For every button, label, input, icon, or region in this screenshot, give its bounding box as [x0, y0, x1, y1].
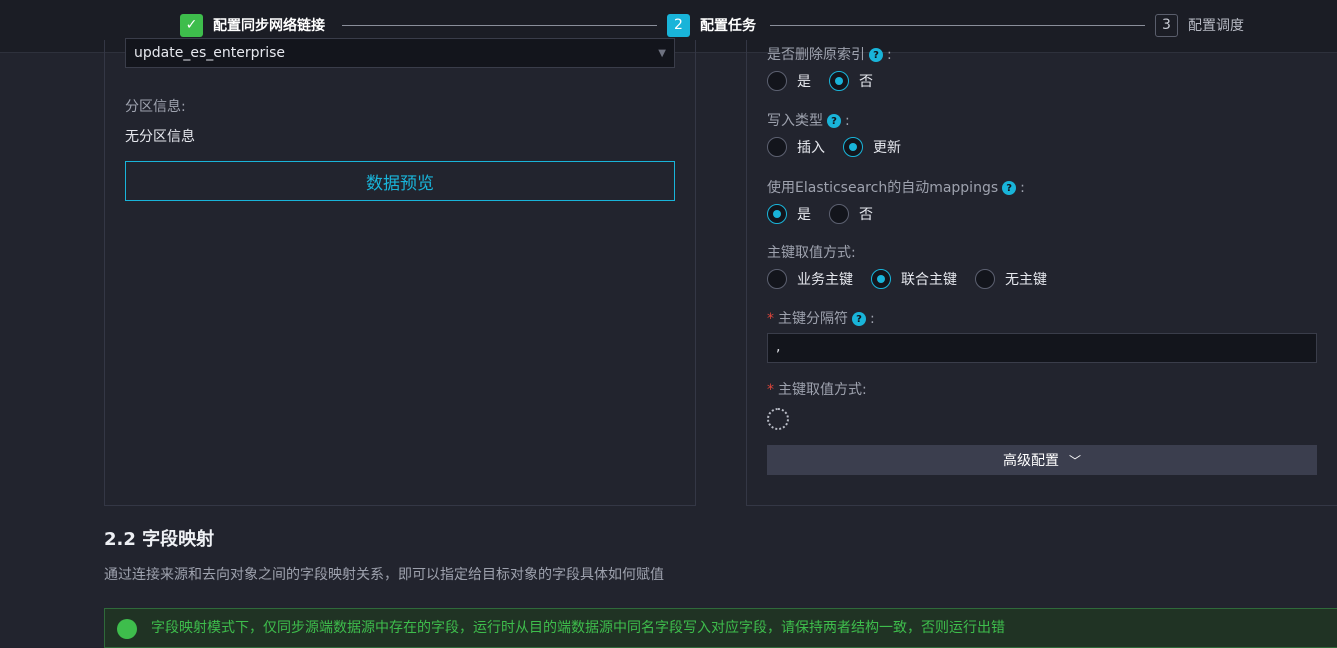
step-1[interactable]: ✓ 配置同步网络链接 — [180, 13, 325, 37]
radio-button[interactable] — [767, 71, 787, 91]
radio-option-composite-key[interactable]: 联合主键 — [871, 269, 957, 289]
step-2[interactable]: 2 配置任务 — [667, 13, 756, 37]
step-3[interactable]: 3 配置调度 — [1155, 13, 1244, 37]
radio-option-no[interactable]: 否 — [829, 204, 873, 224]
radio-button[interactable] — [767, 204, 787, 224]
help-icon[interactable]: ? — [1002, 181, 1017, 195]
source-table-select[interactable]: update_es_enterprise ▼ — [125, 38, 675, 68]
step-2-number: 2 — [667, 13, 690, 37]
chevron-down-icon: ▼ — [658, 48, 666, 59]
help-icon[interactable]: ? — [852, 312, 866, 326]
required-marker: * — [767, 382, 774, 398]
radio-option-no-key[interactable]: 无主键 — [975, 269, 1047, 289]
help-icon[interactable]: ? — [827, 114, 841, 128]
radio-button[interactable] — [871, 269, 891, 289]
pk-separator-input[interactable]: , — [767, 333, 1317, 363]
auto-mapping-radio-group: 是 否 — [767, 204, 891, 224]
loading-spinner-icon — [767, 408, 789, 430]
radio-button[interactable] — [767, 137, 787, 157]
step-3-label: 配置调度 — [1188, 18, 1244, 34]
required-marker: * — [767, 311, 774, 327]
step-3-number: 3 — [1155, 13, 1178, 37]
section-description: 通过连接来源和去向对象之间的字段映射关系，即可以指定给目标对象的字段具体如何赋值 — [104, 567, 664, 583]
radio-button[interactable] — [767, 269, 787, 289]
partition-label: 分区信息: — [125, 99, 186, 115]
section-title: 2.2 字段映射 — [104, 529, 215, 550]
delete-index-label: 是否删除原索引?: — [767, 47, 892, 63]
step-connector — [770, 25, 1145, 26]
radio-option-business-key[interactable]: 业务主键 — [767, 269, 853, 289]
chevron-down-icon: ﹀ — [1068, 453, 1081, 468]
data-preview-button[interactable]: 数据预览 — [125, 161, 675, 201]
pk-value-label: * 主键取值方式: — [767, 382, 867, 398]
radio-button[interactable] — [829, 204, 849, 224]
write-type-radio-group: 插入 更新 — [767, 137, 919, 157]
partition-value: 无分区信息 — [125, 129, 195, 145]
radio-button[interactable] — [975, 269, 995, 289]
source-panel — [104, 40, 696, 506]
pk-mode-radio-group: 业务主键 联合主键 无主键 — [767, 269, 1065, 289]
radio-option-no[interactable]: 否 — [829, 71, 873, 91]
radio-option-yes[interactable]: 是 — [767, 204, 811, 224]
pk-separator-label: * 主键分隔符?: — [767, 311, 875, 327]
advanced-config-button[interactable]: 高级配置 ﹀ — [767, 445, 1317, 475]
pk-mode-label: 主键取值方式: — [767, 245, 856, 261]
write-type-label: 写入类型?: — [767, 113, 850, 129]
step-2-label: 配置任务 — [700, 18, 756, 34]
radio-button[interactable] — [829, 71, 849, 91]
step-connector — [342, 25, 657, 26]
auto-mapping-label: 使用Elasticsearch的自动mappings?: — [767, 180, 1025, 196]
source-table-value: update_es_enterprise — [134, 45, 286, 61]
check-icon: ✓ — [180, 13, 203, 37]
info-icon — [117, 619, 137, 639]
info-notice: 字段映射模式下，仅同步源端数据源中存在的字段，运行时从目的端数据源中同名字段写入… — [104, 608, 1337, 648]
radio-option-update[interactable]: 更新 — [843, 137, 901, 157]
radio-button[interactable] — [843, 137, 863, 157]
radio-option-insert[interactable]: 插入 — [767, 137, 825, 157]
radio-option-yes[interactable]: 是 — [767, 71, 811, 91]
step-1-label: 配置同步网络链接 — [213, 18, 325, 34]
help-icon[interactable]: ? — [869, 48, 883, 62]
delete-index-radio-group: 是 否 — [767, 71, 891, 91]
